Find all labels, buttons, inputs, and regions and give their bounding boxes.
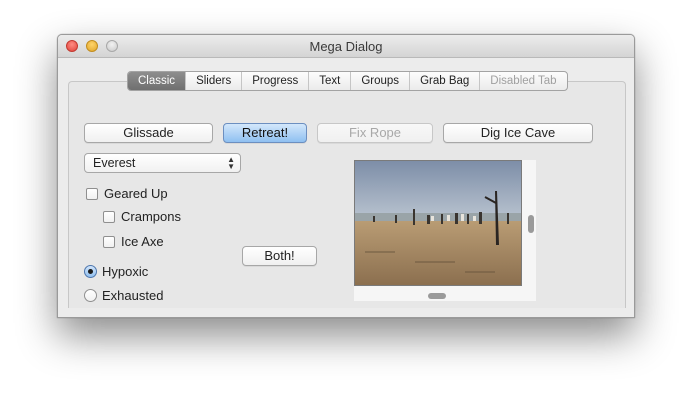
dig-ice-cave-button[interactable]: Dig Ice Cave bbox=[443, 123, 593, 143]
tab-bar: Classic Sliders Progress Text Groups Gra… bbox=[127, 71, 568, 91]
tab-progress[interactable]: Progress bbox=[241, 72, 308, 90]
image-scroll-view[interactable] bbox=[354, 160, 536, 301]
window-title: Mega Dialog bbox=[309, 39, 383, 54]
ice-axe-label: Ice Axe bbox=[121, 234, 164, 249]
title-bar[interactable]: Mega Dialog bbox=[58, 35, 634, 58]
crampons-label: Crampons bbox=[121, 209, 181, 224]
tab-sliders[interactable]: Sliders bbox=[185, 72, 241, 90]
geared-up-checkbox[interactable]: Geared Up bbox=[86, 186, 168, 201]
crampons-checkbox[interactable]: Crampons bbox=[103, 209, 181, 224]
hypoxic-label: Hypoxic bbox=[102, 264, 149, 279]
tab-classic[interactable]: Classic bbox=[128, 72, 186, 90]
up-down-arrows-icon: ▲ ▼ bbox=[227, 155, 235, 171]
glissade-button[interactable]: Glissade bbox=[84, 123, 213, 143]
geared-up-label: Geared Up bbox=[104, 186, 168, 201]
fix-rope-button: Fix Rope bbox=[317, 123, 433, 143]
beach-photo bbox=[354, 160, 522, 286]
exhausted-label: Exhausted bbox=[102, 288, 164, 303]
geared-up-checkbox-box[interactable] bbox=[86, 187, 98, 200]
mega-dialog-window: Mega Dialog Classic Sliders Progress Tex… bbox=[57, 34, 635, 318]
hypoxic-radio-circle[interactable] bbox=[84, 265, 97, 278]
tab-disabled: Disabled Tab bbox=[479, 72, 566, 90]
both-button[interactable]: Both! bbox=[242, 246, 317, 266]
mountain-popup[interactable]: Everest ▲ ▼ bbox=[84, 153, 241, 173]
mountain-popup-value: Everest bbox=[93, 156, 136, 170]
tab-grab-bag[interactable]: Grab Bag bbox=[409, 72, 479, 90]
crampons-checkbox-box[interactable] bbox=[103, 210, 115, 223]
retreat-button[interactable]: Retreat! bbox=[223, 123, 307, 143]
ice-axe-checkbox[interactable]: Ice Axe bbox=[103, 234, 164, 249]
hypoxic-radio[interactable]: Hypoxic bbox=[84, 264, 148, 279]
horizontal-scroll-knob[interactable] bbox=[428, 293, 446, 299]
tab-groups[interactable]: Groups bbox=[350, 72, 409, 90]
exhausted-radio-circle[interactable] bbox=[84, 289, 97, 302]
vertical-scroll-knob[interactable] bbox=[528, 215, 534, 233]
tab-text[interactable]: Text bbox=[308, 72, 350, 90]
exhausted-radio[interactable]: Exhausted bbox=[84, 288, 163, 303]
ice-axe-checkbox-box[interactable] bbox=[103, 235, 115, 248]
